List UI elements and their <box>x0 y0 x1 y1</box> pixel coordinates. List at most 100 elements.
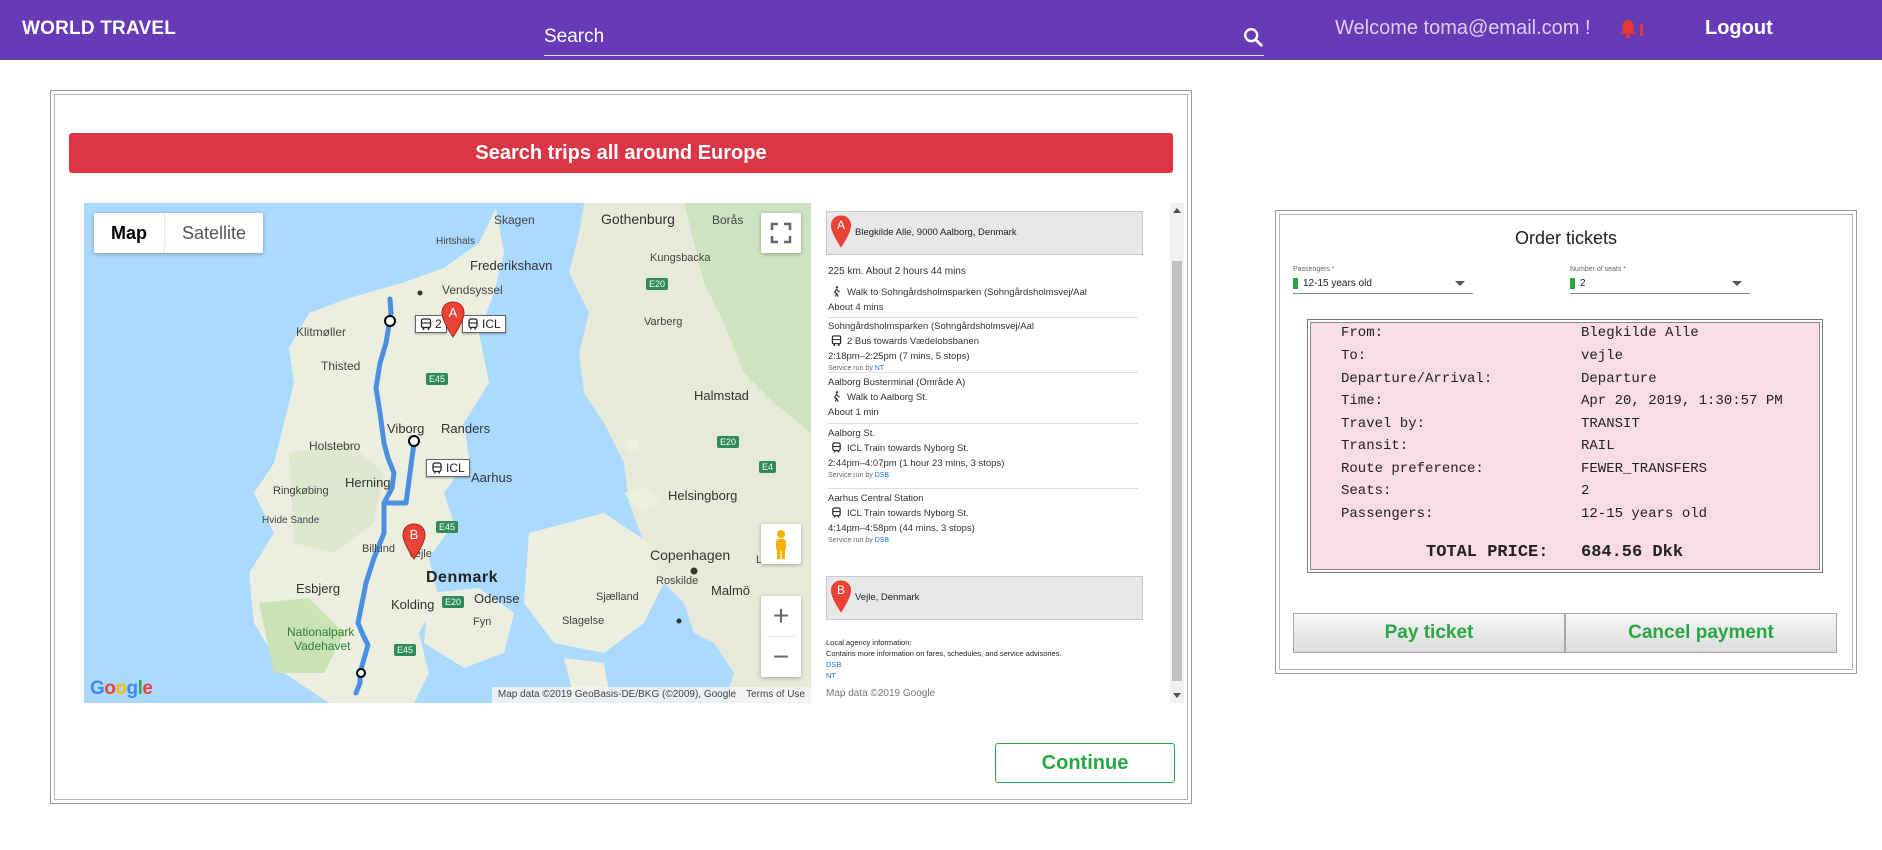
chevron-down-icon <box>1455 281 1465 286</box>
map-type-satellite-button[interactable]: Satellite <box>165 213 263 253</box>
map-label-randers: Randers <box>441 421 491 436</box>
highway-shield: E45 <box>426 373 449 385</box>
direction-step[interactable]: Walk to Sohngårdsholmsparken (Sohngårdsh… <box>828 285 1138 315</box>
step-divider <box>828 423 1138 424</box>
direction-step[interactable]: Aalborg Busterminal (Område A) Walk to A… <box>828 375 1138 420</box>
destination-marker-letter: B <box>410 527 419 542</box>
service-label: Service run by <box>828 537 873 544</box>
destination-waypoint[interactable]: B Vejle, Denmark <box>826 576 1143 620</box>
service-link[interactable]: DSB <box>875 472 889 479</box>
map-label-fyn: Fyn <box>473 616 492 628</box>
map-label-vadehavet: Vadehavet <box>294 639 351 653</box>
origin-waypoint[interactable]: A Blegkilde Alle, 9000 Aalborg, Denmark <box>826 211 1143 255</box>
scrollbar-thumb[interactable] <box>1172 261 1182 681</box>
notification-bell-icon[interactable] <box>1617 17 1639 41</box>
summary-key: Transit: <box>1341 438 1409 454</box>
search-input[interactable] <box>544 24 1224 50</box>
highway-shield: E20 <box>646 278 669 290</box>
summary-value: Blegkilde Alle <box>1581 325 1699 341</box>
destination-marker-icon[interactable]: B <box>402 523 426 561</box>
service-label: Service run by <box>828 472 873 479</box>
agency-link-nt[interactable]: NT <box>826 670 1062 681</box>
fullscreen-button[interactable] <box>761 213 801 253</box>
summary-row: Time: Apr 20, 2019, 1:30:57 PM <box>1341 393 1811 413</box>
map-label-halmstad: Halmstad <box>694 388 749 403</box>
highway-shield: E20 <box>442 596 465 608</box>
agency-link-dsb[interactable]: DSB <box>826 659 1062 670</box>
map-label-hvide-sande: Hvide Sande <box>262 515 320 526</box>
map-label-nationalpark: Nationalpark <box>287 625 355 639</box>
walk-icon <box>833 286 840 297</box>
directions-scrollbar[interactable] <box>1170 203 1184 703</box>
continue-button[interactable]: Continue <box>995 743 1175 783</box>
route-map[interactable]: Skagen Gothenburg Borås Hirtshals Freder… <box>84 203 811 703</box>
agency-description: Contains more information on fares, sche… <box>826 649 1062 658</box>
map-type-map-button[interactable]: Map <box>94 213 165 253</box>
map-label-holstebro: Holstebro <box>309 439 361 453</box>
seats-select[interactable]: Number of seats * 2 <box>1570 266 1750 294</box>
cancel-payment-button[interactable]: Cancel payment <box>1565 613 1837 653</box>
directions-panel[interactable]: A Blegkilde Alle, 9000 Aalborg, Denmark … <box>823 203 1184 703</box>
map-label-varberg: Varberg <box>644 316 683 328</box>
pay-ticket-button[interactable]: Pay ticket <box>1293 613 1565 653</box>
brand-logo[interactable]: WORLD TRAVEL <box>22 18 176 40</box>
walk-icon <box>833 391 840 402</box>
map-data-credit: Map data ©2019 Google <box>826 688 936 699</box>
bus-icon <box>831 335 842 346</box>
order-title: Order tickets <box>1514 228 1618 248</box>
summary-value: RAIL <box>1581 438 1615 454</box>
trip-search-card: Search trips all around Europe Skagen Go… <box>50 90 1192 804</box>
summary-key: Time: <box>1341 393 1384 409</box>
service-link[interactable]: NT <box>875 365 884 372</box>
map-label-gothenburg: Gothenburg <box>601 211 675 227</box>
step-title: Sohngårdsholmsparken (Sohngårdsholmsvej/… <box>828 321 1034 332</box>
terms-of-use-link[interactable]: Terms of Use <box>746 689 805 701</box>
map-label-frederikshavn: Frederikshavn <box>470 258 553 273</box>
direction-step[interactable]: Aalborg St. ICL Train towards Nyborg St.… <box>828 426 1138 481</box>
train-route-label: ICL <box>446 461 465 475</box>
train-icon <box>832 442 841 453</box>
train-icon <box>432 462 442 474</box>
train-route-chip[interactable]: ICL <box>462 315 506 333</box>
train-icon <box>468 318 478 330</box>
google-logo[interactable]: Google <box>90 678 153 700</box>
street-view-button[interactable] <box>761 524 801 564</box>
map-label-kungsbacka: Kungsbacka <box>650 252 711 264</box>
zoom-in-button[interactable]: + <box>761 596 801 636</box>
summary-row: Travel by: TRANSIT <box>1341 416 1811 436</box>
welcome-message: Welcome toma@email.com ! <box>1335 17 1591 39</box>
passengers-select[interactable]: Passengers * 12-15 years old <box>1293 266 1473 294</box>
top-navbar: WORLD TRAVEL Welcome toma@email.com ! Lo… <box>0 0 1882 60</box>
logout-link[interactable]: Logout <box>1705 17 1773 40</box>
bus-icon <box>420 318 432 330</box>
direction-step[interactable]: Aarhus Central Station ICL Train towards… <box>828 491 1138 546</box>
map-attribution-bar: Map data ©2019 GeoBasis-DE/BKG (©2009), … <box>491 687 811 703</box>
step-divider <box>828 488 1138 489</box>
step-instruction: Walk to Sohngårdsholmsparken (Sohngårdsh… <box>847 287 1087 298</box>
destination-address: Vejle, Denmark <box>855 592 920 603</box>
highway-shield: E45 <box>436 521 459 533</box>
map-label-copenhagen: Copenhagen <box>650 547 731 563</box>
origin-address: Blegkilde Alle, 9000 Aalborg, Denmark <box>855 227 1017 238</box>
fullscreen-icon <box>770 222 792 244</box>
direction-step[interactable]: Sohngårdsholmsparken (Sohngårdsholmsvej/… <box>828 319 1138 374</box>
step-detail: 4:14pm–4:58pm (44 mins, 3 stops) <box>828 523 975 534</box>
step-instruction: ICL Train towards Nyborg St. <box>847 443 969 454</box>
scroll-down-arrow[interactable] <box>1173 693 1181 698</box>
map-label-klitmoller: Klitmøller <box>296 325 346 339</box>
search-icon[interactable] <box>1242 26 1264 48</box>
step-detail: About 1 min <box>828 407 879 418</box>
summary-row: Transit: RAIL <box>1341 438 1811 458</box>
step-divider <box>828 317 1138 318</box>
map-label-denmark: Denmark <box>426 569 498 586</box>
order-summary: From: Blegkilde Alle To: vejle Departure/A… <box>1307 319 1823 573</box>
train-route-label: ICL <box>482 317 501 331</box>
service-link[interactable]: DSB <box>875 537 889 544</box>
scroll-up-arrow[interactable] <box>1173 208 1181 213</box>
zoom-out-button[interactable]: − <box>761 637 801 677</box>
highway-shield: E45 <box>394 644 417 656</box>
summary-row: Passengers: 12-15 years old <box>1341 506 1811 526</box>
map-label-malmo: Malmö <box>711 583 751 598</box>
origin-marker-icon[interactable]: A <box>441 301 465 339</box>
train-route-chip[interactable]: ICL <box>426 459 470 477</box>
